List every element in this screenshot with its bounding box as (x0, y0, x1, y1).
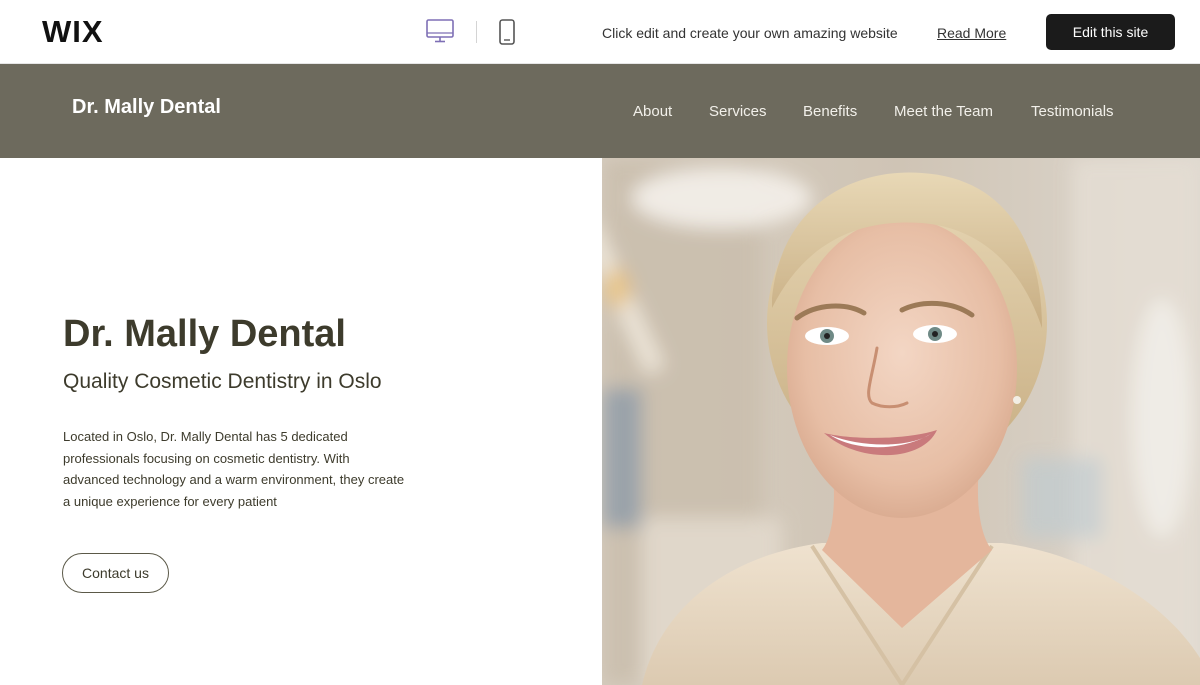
hero-subtitle: Quality Cosmetic Dentistry in Oslo (63, 370, 382, 393)
site-header: Dr. Mally Dental About Services Benefits… (0, 64, 1200, 158)
device-divider (476, 21, 477, 43)
hero-photo (602, 158, 1200, 685)
nav-item-meet-the-team[interactable]: Meet the Team (894, 102, 993, 122)
nav-item-benefits[interactable]: Benefits (803, 102, 857, 122)
wix-top-bar: WIX Click edit and create your own amazi… (0, 0, 1200, 64)
wix-logo[interactable]: WIX (42, 14, 104, 50)
read-more-link[interactable]: Read More (937, 24, 1006, 42)
contact-us-button[interactable]: Contact us (62, 553, 169, 593)
site-nav: About Services Benefits Meet the Team Te… (0, 102, 1200, 122)
mobile-phone-icon[interactable] (498, 18, 516, 46)
desktop-monitor-icon[interactable] (425, 18, 455, 44)
nav-item-services[interactable]: Services (709, 102, 767, 122)
edit-site-button[interactable]: Edit this site (1046, 14, 1175, 50)
nav-item-about[interactable]: About (633, 102, 672, 122)
hero-title: Dr. Mally Dental (63, 313, 346, 355)
nav-item-testimonials[interactable]: Testimonials (1031, 102, 1114, 122)
hero-text-section: Dr. Mally Dental Quality Cosmetic Dentis… (0, 158, 602, 685)
hero-description: Located in Oslo, Dr. Mally Dental has 5 … (63, 429, 405, 509)
wix-promo-text: Click edit and create your own amazing w… (602, 25, 898, 41)
